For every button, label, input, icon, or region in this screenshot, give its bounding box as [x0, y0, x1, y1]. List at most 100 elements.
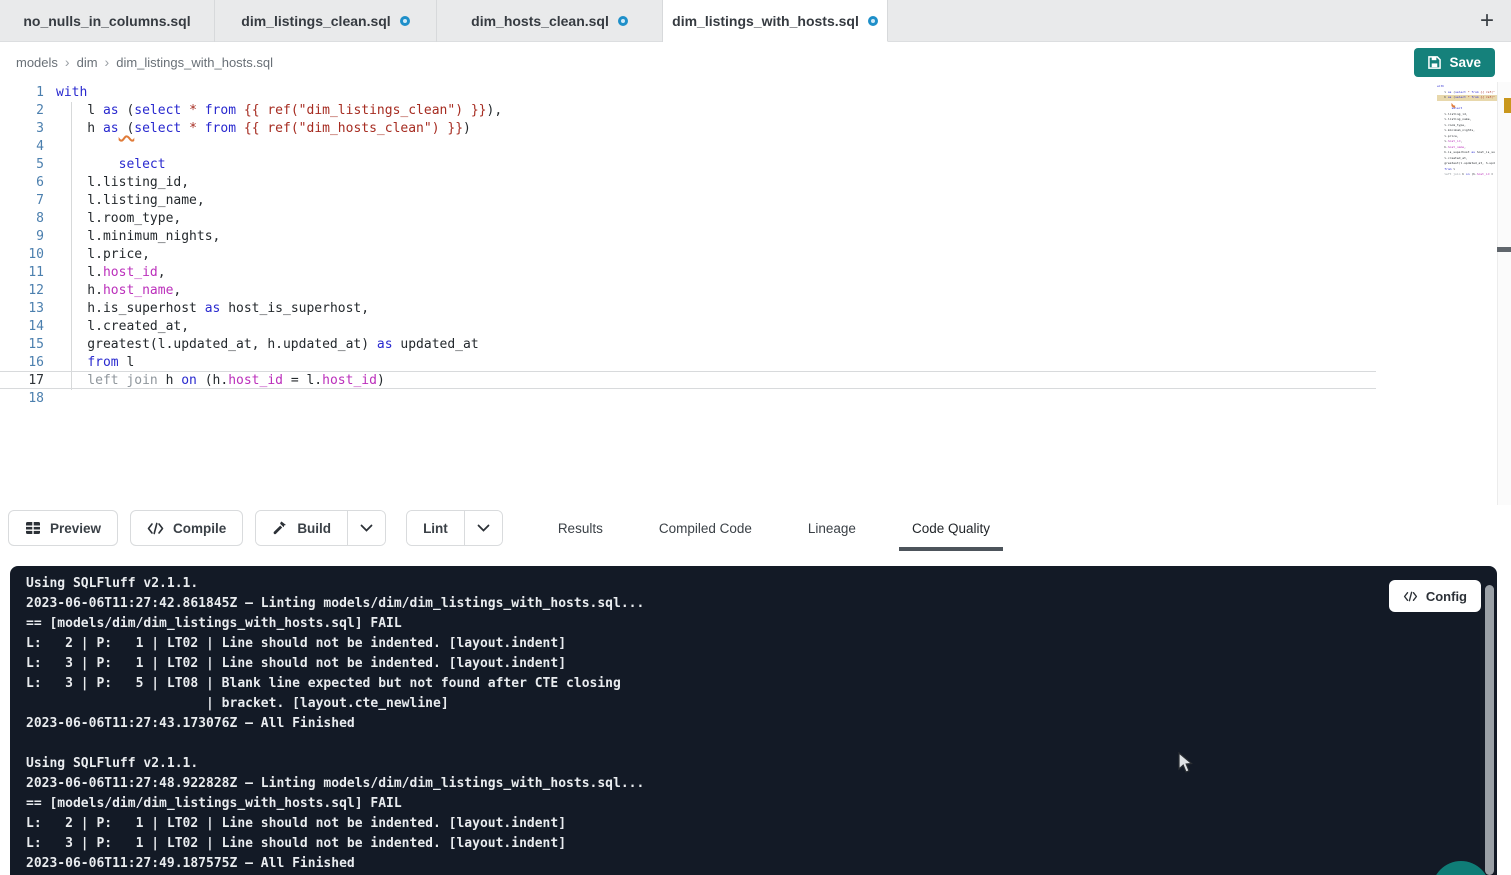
code-line[interactable]: l.room_type,	[56, 210, 1376, 228]
panel-tab-lineage[interactable]: Lineage	[795, 508, 869, 548]
build-label: Build	[297, 521, 331, 536]
preview-button[interactable]: Preview	[8, 510, 118, 546]
terminal-line: 2023-06-06T11:27:43.173076Z — All Finish…	[26, 714, 1497, 734]
panel-tab-compiled-code[interactable]: Compiled Code	[646, 508, 765, 548]
terminal-line: L: 2 | P: 1 | LT02 | Line should not be …	[26, 814, 1497, 834]
minimap-line	[1437, 178, 1495, 184]
panel-tab-code-quality[interactable]: Code Quality	[899, 508, 1003, 548]
code-line[interactable]: left join h on (h.host_id = l.host_id)	[56, 371, 1376, 389]
code-brackets-icon	[147, 522, 164, 535]
preview-label: Preview	[50, 521, 101, 536]
code-line[interactable]: with	[56, 84, 1376, 102]
terminal-output: Using SQLFluff v2.1.1.2023-06-06T11:27:4…	[26, 574, 1497, 874]
code-line[interactable]	[56, 138, 1376, 156]
code-line[interactable]: greatest(l.updated_at, h.updated_at) as …	[56, 336, 1376, 354]
terminal-line: 2023-06-06T11:27:42.861845Z — Linting mo…	[26, 594, 1497, 614]
save-button[interactable]: Save	[1414, 48, 1495, 77]
line-number: 11	[0, 264, 44, 282]
lint-label: Lint	[423, 521, 448, 536]
code-area[interactable]: with l as (select * from {{ ref("dim_lis…	[56, 84, 1376, 406]
config-button[interactable]: Config	[1389, 580, 1481, 612]
hammer-icon	[272, 520, 288, 536]
breadcrumb-dim[interactable]: dim	[77, 55, 98, 70]
terminal-line: | bracket. [layout.cte_newline]	[26, 694, 1497, 714]
line-number: 8	[0, 210, 44, 228]
line-number: 7	[0, 192, 44, 210]
unsaved-changes-dot-icon	[868, 16, 878, 26]
chevron-right-icon: ›	[65, 54, 70, 70]
line-number: 6	[0, 174, 44, 192]
breadcrumb-bar: models › dim › dim_listings_with_hosts.s…	[0, 42, 1511, 82]
code-line[interactable]: l.price,	[56, 246, 1376, 264]
config-label: Config	[1426, 589, 1467, 604]
file-tab-bar: no_nulls_in_columns.sql dim_listings_cle…	[0, 0, 1511, 42]
code-line[interactable]: h as (select * from {{ ref("dim_hosts_cl…	[56, 120, 1376, 138]
compile-button[interactable]: Compile	[130, 510, 243, 546]
compile-label: Compile	[173, 521, 226, 536]
terminal-scrollbar[interactable]	[1485, 585, 1494, 875]
line-number: 16	[0, 354, 44, 372]
lint-dropdown-chevron[interactable]	[464, 511, 502, 545]
build-dropdown-chevron[interactable]	[347, 511, 385, 545]
terminal-line: L: 3 | P: 1 | LT02 | Line should not be …	[26, 834, 1497, 854]
line-number: 12	[0, 282, 44, 300]
line-number: 2	[0, 102, 44, 120]
overview-ruler[interactable]	[1497, 82, 1511, 505]
new-tab-button[interactable]: +	[1471, 5, 1503, 37]
terminal-line: L: 3 | P: 5 | LT08 | Blank line expected…	[26, 674, 1497, 694]
code-line[interactable]: l as (select * from {{ ref("dim_listings…	[56, 102, 1376, 120]
dbt-cloud-ide: { "colors": { "accent_teal": "#15817b", …	[0, 0, 1511, 875]
terminal-line: == [models/dim/dim_listings_with_hosts.s…	[26, 614, 1497, 634]
tab-dim-hosts-clean[interactable]: dim_hosts_clean.sql	[437, 0, 663, 42]
tab-no-nulls-in-columns[interactable]: no_nulls_in_columns.sql	[0, 0, 215, 42]
code-line[interactable]: l.created_at,	[56, 318, 1376, 336]
terminal-line	[26, 734, 1497, 754]
code-brackets-icon	[1403, 591, 1418, 602]
lint-output-terminal[interactable]: Using SQLFluff v2.1.1.2023-06-06T11:27:4…	[10, 566, 1497, 875]
minimap[interactable]: with l as (select * from {{ ref("dim_lis…	[1437, 84, 1495, 204]
tab-dim-listings-with-hosts[interactable]: dim_listings_with_hosts.sql	[663, 0, 888, 42]
code-line[interactable]: h.is_superhost as host_is_superhost,	[56, 300, 1376, 318]
minimap-line: h as (select * from {{ ref("dim_hosts_cl…	[1437, 95, 1495, 101]
code-line[interactable]: h.host_name,	[56, 282, 1376, 300]
chevron-right-icon: ›	[105, 54, 110, 70]
line-number: 4	[0, 138, 44, 156]
action-toolbar: Preview Compile Build Lint Results Compi…	[0, 508, 1511, 548]
line-number: 3	[0, 120, 44, 138]
build-split-button: Build	[255, 510, 386, 546]
line-number: 14	[0, 318, 44, 336]
minimap-line: left join h on (h.host_id = l.host_id)	[1437, 172, 1495, 178]
terminal-line: Using SQLFluff v2.1.1.	[26, 574, 1497, 594]
terminal-line: 2023-06-06T11:27:48.922828Z — Linting mo…	[26, 774, 1497, 794]
save-label: Save	[1449, 55, 1481, 70]
build-button[interactable]: Build	[256, 511, 347, 545]
terminal-line: L: 3 | P: 1 | LT02 | Line should not be …	[26, 654, 1497, 674]
breadcrumb-models[interactable]: models	[16, 55, 58, 70]
panel-tab-results[interactable]: Results	[545, 508, 616, 548]
code-line[interactable]: l.listing_id,	[56, 174, 1376, 192]
line-number: 13	[0, 300, 44, 318]
floppy-disk-icon	[1428, 56, 1441, 69]
code-line[interactable]: l.host_id,	[56, 264, 1376, 282]
line-number: 1	[0, 84, 44, 102]
line-number: 9	[0, 228, 44, 246]
ruler-warning-marker	[1504, 98, 1511, 113]
tab-dim-listings-clean[interactable]: dim_listings_clean.sql	[215, 0, 437, 42]
terminal-line: == [models/dim/dim_listings_with_hosts.s…	[26, 794, 1497, 814]
tab-label: dim_listings_with_hosts.sql	[672, 13, 859, 29]
code-line[interactable]: l.listing_name,	[56, 192, 1376, 210]
terminal-line: 2023-06-06T11:27:49.187575Z — All Finish…	[26, 854, 1497, 874]
mouse-cursor	[1177, 752, 1197, 779]
lint-button[interactable]: Lint	[407, 511, 464, 545]
terminal-line: Using SQLFluff v2.1.1.	[26, 754, 1497, 774]
code-line[interactable]: select	[56, 156, 1376, 174]
code-line[interactable]: from l	[56, 354, 1376, 372]
unsaved-changes-dot-icon	[618, 16, 628, 26]
breadcrumb-file: dim_listings_with_hosts.sql	[116, 55, 273, 70]
code-line[interactable]	[56, 388, 1376, 406]
unsaved-changes-dot-icon	[400, 16, 410, 26]
lint-split-button: Lint	[406, 510, 503, 546]
tab-label: no_nulls_in_columns.sql	[23, 13, 190, 29]
code-editor[interactable]: 123456789101112131415161718 with l as (s…	[0, 82, 1511, 505]
code-line[interactable]: l.minimum_nights,	[56, 228, 1376, 246]
